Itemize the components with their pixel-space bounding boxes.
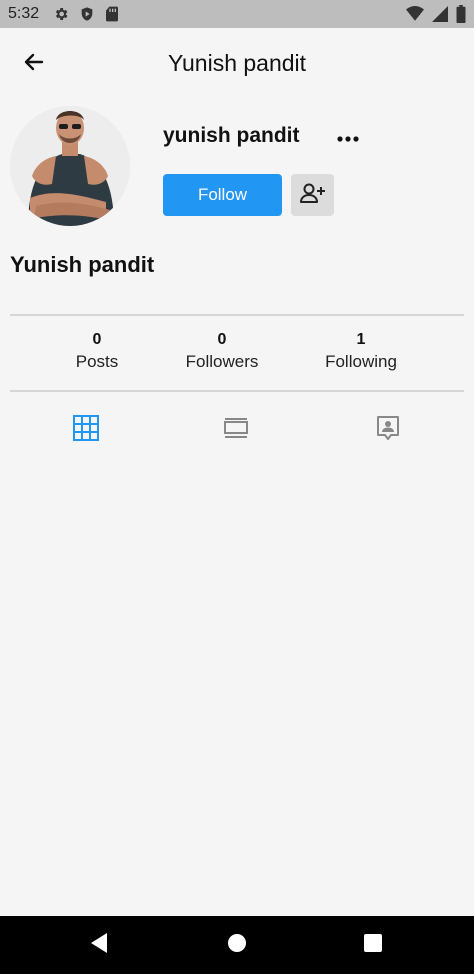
follow-button[interactable]: Follow (163, 174, 282, 216)
profile-photo (10, 106, 130, 226)
tab-feed[interactable] (216, 410, 256, 450)
divider-bottom (10, 390, 464, 392)
display-name: Yunish pandit (10, 252, 155, 277)
stat-count: 0 (92, 331, 102, 348)
app-bar: Yunish pandit (0, 28, 474, 100)
stat-followers[interactable]: 0 Followers (186, 330, 259, 374)
tab-tagged[interactable] (368, 410, 408, 450)
nav-home-button[interactable] (222, 930, 252, 960)
person-add-icon (299, 181, 327, 210)
avatar[interactable] (10, 106, 130, 226)
add-user-button[interactable] (291, 174, 334, 216)
recents-square-icon (363, 933, 383, 958)
signal-icon (432, 6, 448, 22)
nav-back-button[interactable] (84, 930, 114, 960)
stat-label: Followers (185, 352, 259, 371)
nav-recents-button[interactable] (358, 930, 388, 960)
sd-card-icon (105, 6, 119, 22)
more-options-button[interactable] (333, 126, 363, 150)
stat-posts[interactable]: 0 Posts (76, 330, 119, 374)
stat-count: 1 (356, 331, 366, 348)
feed-list-icon (223, 417, 249, 444)
divider-top (10, 314, 464, 316)
back-triangle-icon (89, 932, 109, 959)
stats-row: 0 Posts 0 Followers 1 Following (0, 330, 474, 386)
system-nav-bar (0, 916, 474, 974)
gear-icon (53, 6, 69, 22)
page-title: Yunish pandit (167, 50, 307, 76)
username: yunish pandit (163, 124, 300, 147)
status-time: 5:32 (8, 5, 40, 22)
tagged-person-icon (376, 415, 400, 446)
status-bar: 5:32 (0, 0, 474, 28)
profile-tabs (0, 410, 474, 450)
more-horizontal-icon (337, 129, 359, 147)
status-icons-left (53, 6, 119, 22)
home-circle-icon (226, 932, 248, 959)
status-icons-right (406, 5, 466, 23)
stat-label: Following (325, 352, 397, 371)
tab-grid[interactable] (66, 410, 106, 450)
battery-icon (456, 5, 466, 23)
shield-icon (79, 6, 95, 22)
wifi-icon (406, 6, 424, 22)
grid-icon (73, 414, 99, 446)
stat-following[interactable]: 1 Following (325, 330, 397, 374)
stat-label: Posts (75, 352, 119, 371)
stat-count: 0 (217, 331, 227, 348)
